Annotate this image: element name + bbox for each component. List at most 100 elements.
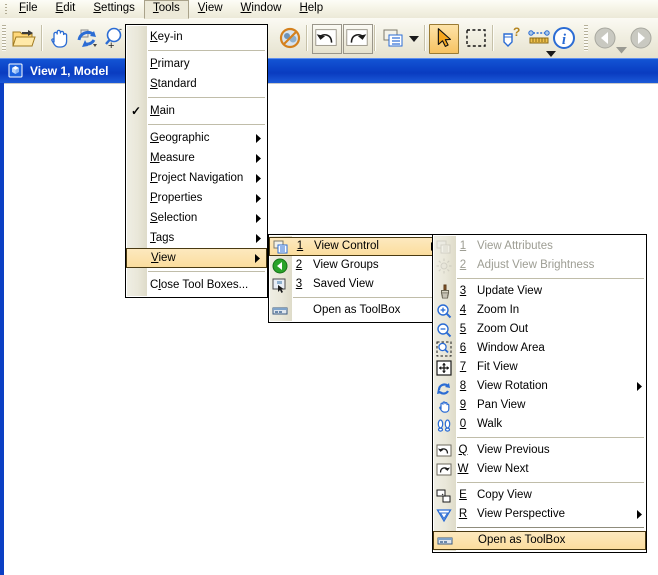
menubar-grip[interactable]: [2, 2, 10, 16]
saved-view-label: Saved View: [313, 278, 374, 290]
menu-separator: [457, 482, 644, 483]
vc-view-next[interactable]: W View Next: [433, 460, 646, 479]
submenu-arrow-icon: [251, 133, 265, 143]
toolbar-separator-1: [41, 25, 42, 51]
vc-walk[interactable]: 0 Walk: [433, 415, 646, 434]
vc-view-rotation[interactable]: 8 View Rotation: [433, 377, 646, 396]
vc-window-area[interactable]: 6 Window Area: [433, 339, 646, 358]
view-groups[interactable]: 2 View Groups: [269, 256, 441, 275]
submenu-arrow-icon: [632, 382, 646, 391]
vc-update-view[interactable]: 3 Update View: [433, 282, 646, 301]
toolbar-grip-2[interactable]: [584, 25, 588, 51]
view-groups-dropdown-arrow[interactable]: [408, 35, 420, 43]
vc-view-previous-accelerator: Q: [458, 444, 468, 456]
vc-fit-view-accelerator: 7: [459, 361, 467, 373]
tools-close-tool-boxes-label: Close Tool Boxes...: [150, 279, 249, 291]
forward-arrow-icon[interactable]: [627, 24, 655, 52]
vc-fit-view[interactable]: 7 Fit View: [433, 358, 646, 377]
zoom-in-icon: [433, 303, 455, 319]
submenu-arrow-icon: [632, 510, 646, 519]
menu-edit-menubar-item[interactable]: Edit: [47, 0, 85, 18]
view-open-as-toolbox[interactable]: Open as ToolBox: [269, 301, 441, 320]
measure-dropdown-arrow[interactable]: [546, 51, 556, 58]
tools-key-in[interactable]: Key-in: [126, 27, 267, 47]
menu-settings-menubar-item[interactable]: Settings: [84, 0, 144, 18]
vc-pan-view-label: Pan View: [477, 399, 526, 411]
submenu-arrow-icon: [251, 193, 265, 203]
tools-key-in-label: Key-in: [150, 31, 183, 43]
pan-hand-icon[interactable]: [45, 24, 73, 52]
select-arrow-icon[interactable]: [429, 24, 459, 54]
undo-icon[interactable]: [312, 24, 342, 54]
menu-help-menubar-item[interactable]: Help: [290, 0, 332, 18]
vc-zoom-out[interactable]: 5 Zoom Out: [433, 320, 646, 339]
tools-selection-label: Selection: [150, 212, 198, 224]
walk-feet-icon: [433, 417, 455, 433]
tools-measure[interactable]: Measure: [126, 148, 267, 168]
view-control-icon: [270, 239, 292, 255]
submenu-arrow-icon: [251, 173, 265, 183]
menu-view-menubar-item[interactable]: View: [189, 0, 232, 18]
open-folder-icon[interactable]: [9, 24, 37, 52]
view-control[interactable]: 1 View Control: [269, 237, 441, 256]
menu-tools-menubar-item[interactable]: Tools: [143, 0, 189, 19]
vc-zoom-in-accelerator: 4: [459, 304, 467, 316]
saved-view[interactable]: 3 Saved View: [269, 275, 441, 294]
no-entry-icon[interactable]: [276, 24, 304, 52]
redo-icon[interactable]: [343, 24, 373, 54]
element-info-icon[interactable]: ?: [497, 24, 525, 52]
tools-tags[interactable]: Tags: [126, 228, 267, 248]
fit-view-icon: [433, 359, 455, 376]
vc-adjust-view-brightness-accelerator: 2: [459, 259, 467, 271]
fence-select-icon[interactable]: [462, 24, 490, 52]
tools-close-tool-boxes[interactable]: Close Tool Boxes...: [126, 275, 267, 295]
view-title-bar[interactable]: View 1, Model: [0, 58, 658, 83]
view-control-label: View Control: [314, 240, 379, 252]
view-previous-icon: [433, 443, 455, 459]
view-cube-icon: [8, 63, 23, 78]
vc-pan-view[interactable]: 9 Pan View: [433, 396, 646, 415]
view-attributes-icon: [433, 239, 455, 255]
svg-text:-: -: [119, 24, 122, 34]
toolbar-grip-1[interactable]: [2, 25, 6, 51]
tools-main-label: Main: [150, 105, 175, 117]
rotate-view-icon[interactable]: [73, 24, 101, 52]
tools-view[interactable]: View: [126, 248, 267, 268]
navigation-dropdown-arrow[interactable]: [616, 47, 627, 54]
zoom-out-icon: [433, 322, 455, 338]
vc-view-next-accelerator: W: [457, 463, 469, 475]
vc-zoom-in[interactable]: 4 Zoom In: [433, 301, 646, 320]
vc-open-as-toolbox-label: Open as ToolBox: [478, 534, 566, 546]
vc-walk-accelerator: 0: [459, 418, 467, 430]
tools-primary[interactable]: Primary: [126, 54, 267, 74]
vc-view-attributes-accelerator: 1: [459, 240, 467, 252]
menu-separator: [148, 97, 265, 98]
tools-standard[interactable]: Standard: [126, 74, 267, 94]
menu-file-menubar-item[interactable]: File: [10, 0, 47, 18]
vc-zoom-out-label: Zoom Out: [477, 323, 529, 335]
vc-open-as-toolbox[interactable]: Open as ToolBox: [433, 531, 646, 550]
tools-selection[interactable]: Selection: [126, 208, 267, 228]
tools-geographic[interactable]: Geographic: [126, 128, 267, 148]
submenu-arrow-icon: [251, 153, 265, 163]
tools-properties[interactable]: Properties: [126, 188, 267, 208]
vc-view-previous[interactable]: Q View Previous: [433, 441, 646, 460]
vc-copy-view[interactable]: E Copy View: [433, 486, 646, 505]
main-toolbar: - + ? i: [0, 18, 658, 59]
vc-view-perspective-label: View Perspective: [477, 508, 565, 520]
menu-separator: [457, 437, 644, 438]
tools-project-navigation-label: Project Navigation: [150, 172, 244, 184]
pan-hand-icon: [433, 398, 455, 414]
menu-window-menubar-item[interactable]: Window: [232, 0, 291, 18]
menu-separator: [148, 124, 265, 125]
info-icon[interactable]: i: [550, 24, 578, 52]
tools-main[interactable]: ✓ Main: [126, 101, 267, 121]
view-groups-icon[interactable]: [379, 24, 407, 52]
vc-view-perspective[interactable]: R View Perspective: [433, 505, 646, 524]
toolbar-separator-7: [492, 25, 493, 51]
back-arrow-icon[interactable]: [591, 24, 619, 52]
menu-separator: [148, 50, 265, 51]
measure-distance-icon[interactable]: [525, 24, 553, 52]
menu-separator: [457, 278, 644, 279]
tools-project-navigation[interactable]: Project Navigation: [126, 168, 267, 188]
